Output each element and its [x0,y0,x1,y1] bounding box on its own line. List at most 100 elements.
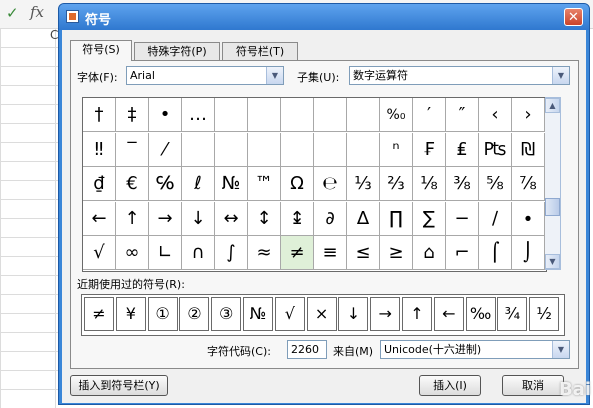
symbol-cell[interactable]: ∞ [116,236,149,270]
tab-special-chars[interactable]: 特殊字符(P) [134,42,220,60]
symbol-cell[interactable] [281,132,314,167]
symbol-cell[interactable]: ⅜ [446,167,479,201]
symbol-cell[interactable] [314,98,347,132]
symbol-cell[interactable]: ⁄ [149,132,182,167]
symbol-cell[interactable]: ↨ [281,201,314,236]
symbol-cell[interactable]: ↑ [116,201,149,236]
recent-symbol-cell[interactable]: ← [433,297,464,331]
recent-symbol-cell[interactable]: → [370,297,401,331]
symbol-cell[interactable] [215,98,248,132]
symbol-cell[interactable] [281,98,314,132]
symbol-cell[interactable]: ⅝ [479,167,512,201]
symbol-cell[interactable]: ↔ [215,201,248,236]
symbol-cell[interactable]: ⌂ [413,236,446,270]
subset-select[interactable]: 数字运算符 ▼ [349,66,570,85]
symbol-cell[interactable] [248,132,281,167]
symbol-cell[interactable] [314,132,347,167]
symbol-cell[interactable]: → [149,201,182,236]
symbol-cell[interactable]: ⅛ [413,167,446,201]
symbol-cell[interactable]: ∏ [380,201,413,236]
close-button[interactable]: ✕ [564,8,583,26]
encoding-select[interactable]: Unicode(十六进制) ▼ [380,340,570,359]
chevron-down-icon[interactable]: ▼ [552,67,569,84]
scroll-down-icon[interactable]: ▼ [545,254,560,269]
symbol-cell[interactable] [347,98,380,132]
symbol-cell[interactable]: ℮ [314,167,347,201]
recent-symbol-cell[interactable]: № [243,297,273,331]
chevron-down-icon[interactable]: ▼ [266,67,283,84]
symbol-cell[interactable]: ∫ [215,236,248,270]
symbol-cell[interactable]: € [116,167,149,201]
symbol-cell[interactable]: ↓ [182,201,215,236]
recent-symbol-cell[interactable]: √ [274,297,305,331]
symbol-cell[interactable]: ∩ [182,236,215,270]
symbol-cell[interactable]: ℅ [149,167,182,201]
insert-to-bar-button[interactable]: 插入到符号栏(Y) [70,375,168,396]
symbol-cell[interactable]: ≡ [314,236,347,270]
recent-symbol-cell[interactable]: ③ [211,297,242,331]
symbol-cell[interactable]: ₧ [479,132,512,167]
symbol-cell[interactable]: … [182,98,215,132]
recent-symbol-cell[interactable]: ① [147,297,178,331]
symbol-cell[interactable]: № [215,167,248,201]
symbol-cell[interactable]: ≠ [281,236,314,270]
symbol-cell[interactable]: ₣ [413,132,446,167]
symbol-cell[interactable]: ∑ [413,201,446,236]
cancel-button[interactable]: 取消 [502,375,564,396]
recent-symbol-cell[interactable]: ¥ [115,297,146,331]
symbol-cell[interactable]: ≤ [347,236,380,270]
symbol-cell[interactable]: ⌡ [512,236,545,270]
symbol-cell[interactable]: ₪ [512,132,545,167]
symbol-cell[interactable]: ∂ [314,201,347,236]
symbol-cell[interactable]: √ [83,236,116,270]
recent-symbol-cell[interactable]: ② [179,297,210,331]
symbol-cell[interactable]: ‾ [116,132,149,167]
symbol-cell[interactable]: ← [83,201,116,236]
scroll-thumb[interactable] [545,198,560,216]
scroll-up-icon[interactable]: ▲ [545,98,560,113]
recent-symbol-cell[interactable]: ≠ [84,297,114,331]
symbol-cell[interactable]: ™ [248,167,281,201]
symbol-cell[interactable]: ∕ [479,201,512,236]
symbol-cell[interactable]: ∙ [512,201,545,236]
tab-symbols[interactable]: 符号(S) [70,40,132,61]
recent-symbol-cell[interactable]: ½ [529,297,560,331]
symbol-cell[interactable]: › [512,98,545,132]
fx-icon[interactable]: fx [30,3,44,21]
symbol-cell[interactable]: ⅔ [380,167,413,201]
symbol-cell[interactable]: ‡ [116,98,149,132]
symbol-cell[interactable]: ≈ [248,236,281,270]
dialog-titlebar[interactable]: 符号 ✕ [59,4,589,30]
symbol-cell[interactable]: ℓ [182,167,215,201]
symbol-cell[interactable]: ₫ [83,167,116,201]
char-code-input[interactable]: 2260 [287,340,327,359]
recent-symbol-cell[interactable]: ‰ [465,297,496,331]
symbol-cell[interactable]: %₀ [380,98,413,132]
symbol-cell[interactable]: − [446,201,479,236]
symbol-cell[interactable]: ⁿ [380,132,413,167]
symbol-cell[interactable]: ⌠ [479,236,512,270]
symbol-cell[interactable] [248,98,281,132]
chevron-down-icon[interactable]: ▼ [552,341,569,358]
symbol-cell[interactable] [182,132,215,167]
symbol-cell[interactable]: ∆ [347,201,380,236]
symbol-cell[interactable] [215,132,248,167]
symbol-cell[interactable]: Ω [281,167,314,201]
symbol-cell[interactable]: † [83,98,116,132]
symbol-cell[interactable]: ⅓ [347,167,380,201]
symbol-cell[interactable]: ⌐ [446,236,479,270]
insert-button[interactable]: 插入(I) [419,375,481,396]
check-icon[interactable]: ✓ [6,4,19,22]
symbol-cell[interactable]: ↕ [248,201,281,236]
symbol-cell[interactable]: ′ [413,98,446,132]
recent-symbol-cell[interactable]: ↓ [338,297,369,331]
symbol-cell[interactable]: ″ [446,98,479,132]
tab-symbol-bar[interactable]: 符号栏(T) [222,42,298,60]
symbol-cell[interactable]: ⅞ [512,167,545,201]
symbol-grid-scrollbar[interactable]: ▲ ▼ [545,97,561,270]
recent-symbol-cell[interactable]: ↑ [402,297,432,331]
symbol-cell[interactable]: ₤ [446,132,479,167]
symbol-cell[interactable]: ≥ [380,236,413,270]
recent-symbol-cell[interactable]: ¾ [497,297,528,331]
symbol-cell[interactable] [347,132,380,167]
